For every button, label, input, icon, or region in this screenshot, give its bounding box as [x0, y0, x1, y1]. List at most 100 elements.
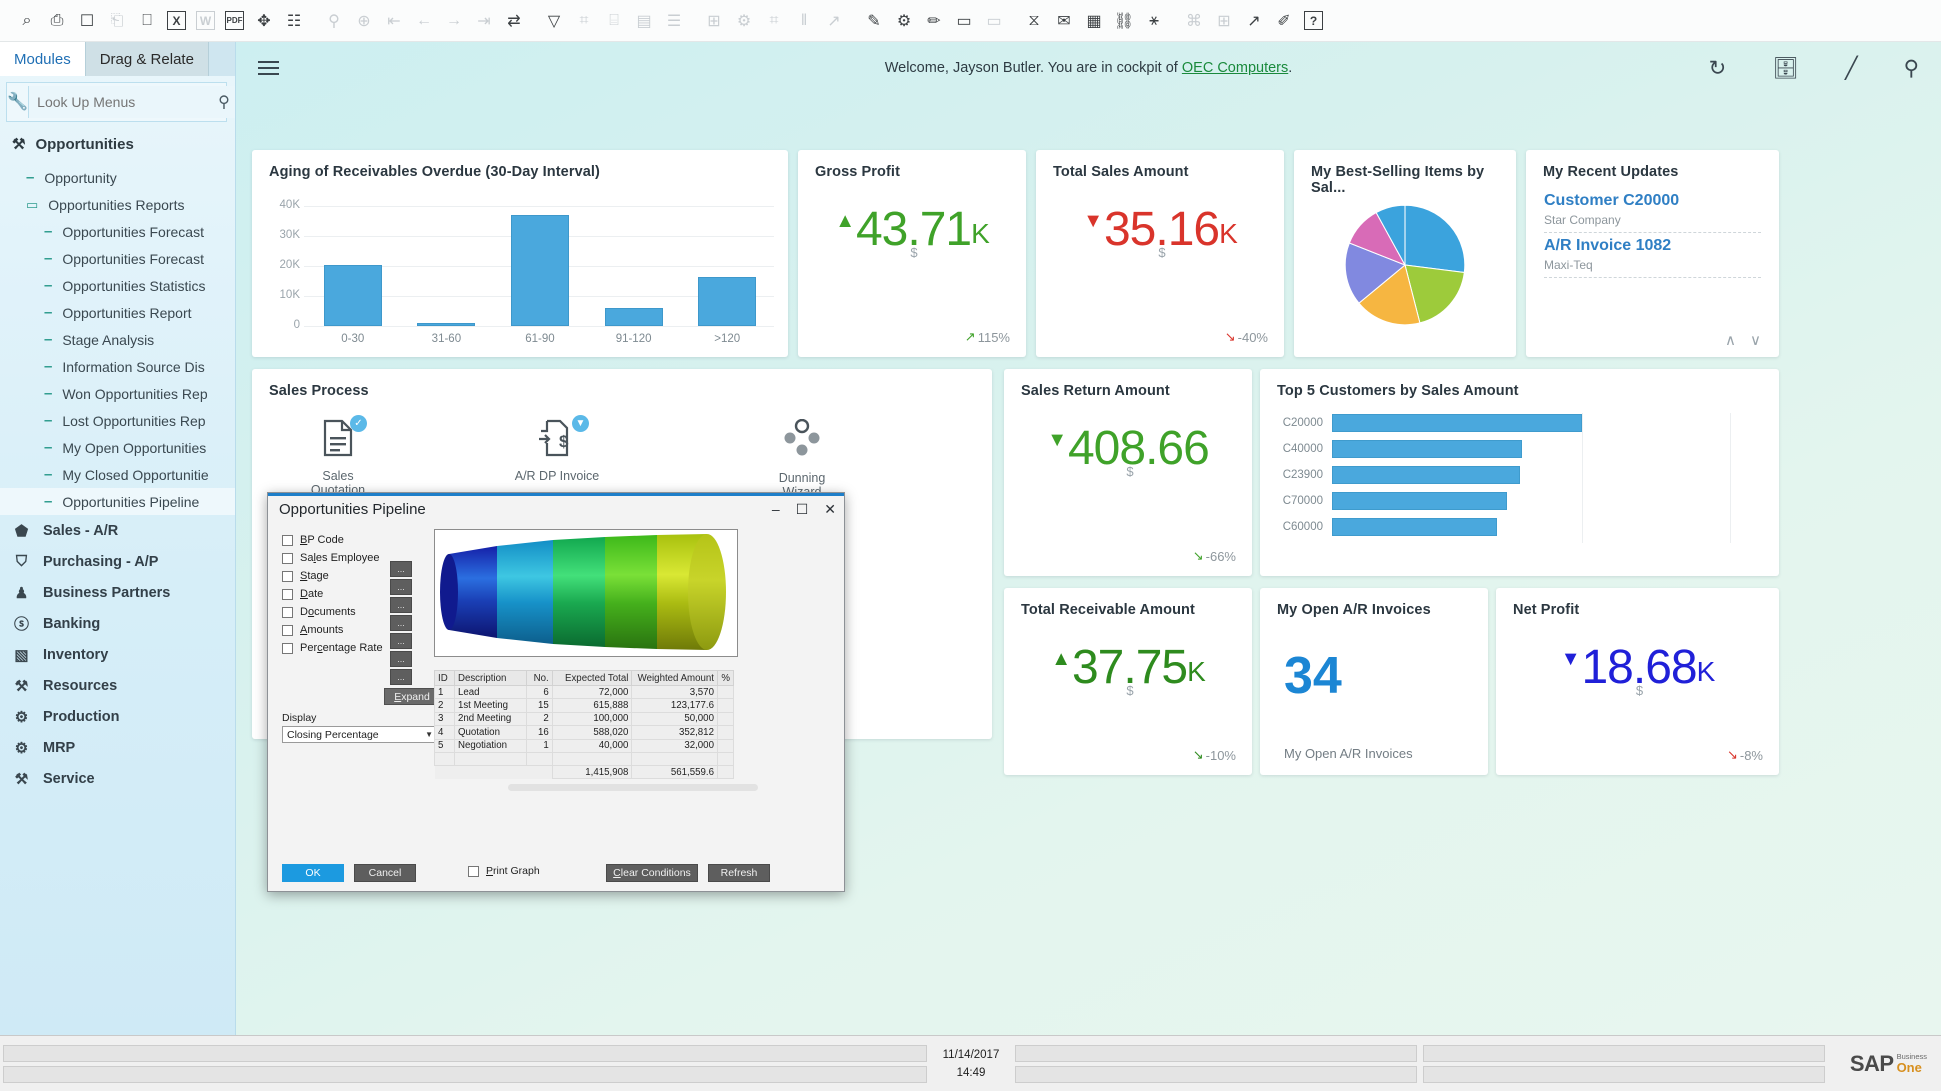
filter-checkbox-date[interactable]: Date	[282, 585, 383, 603]
search-box[interactable]: ⚲	[28, 86, 235, 118]
display-select[interactable]: Closing Percentage ▼	[282, 726, 438, 743]
search-icon[interactable]: ⚲	[218, 92, 230, 112]
card-best-selling-items[interactable]: My Best-Selling Items by Sal...	[1294, 150, 1516, 357]
opportunities-pipeline-dialog[interactable]: Opportunities Pipeline – ☐ ✕ BP Code Sale…	[267, 492, 845, 892]
filter-browse-button[interactable]: ...	[390, 669, 412, 685]
sidebar-tree-item[interactable]: – Stage Analysis	[0, 326, 235, 353]
pie-slice[interactable]	[1404, 204, 1466, 274]
alerts-icon[interactable]: ✉	[1049, 7, 1079, 35]
print-graph-checkbox[interactable]: Print Graph	[468, 865, 540, 877]
checkbox-box[interactable]	[282, 570, 293, 582]
filter-checkbox-amounts[interactable]: Amounts	[282, 621, 383, 639]
workflow-icon[interactable]: ✐	[1269, 7, 1299, 35]
update-title[interactable]: A/R Invoice 1082	[1544, 237, 1761, 255]
filter-browse-button[interactable]: ...	[390, 615, 412, 631]
bar[interactable]	[1332, 440, 1522, 458]
sidebar-item-banking[interactable]: ⓢ Banking	[0, 608, 235, 639]
table-row[interactable]: 1 Lead 6 72,000 3,570	[434, 684, 735, 700]
lock-layout-icon[interactable]: ☷	[279, 7, 309, 35]
sales-process-node-dunning-wizard[interactable]: DunningWizard	[742, 418, 862, 500]
filter-checkbox-bp-code[interactable]: BP Code	[282, 531, 383, 549]
filter-browse-button[interactable]: ...	[390, 633, 412, 649]
column-header[interactable]: Description	[453, 670, 527, 686]
move-icon[interactable]: ✥	[249, 7, 279, 35]
bar[interactable]	[1332, 518, 1497, 536]
sidebar-tree-item[interactable]: – My Closed Opportunitie	[0, 461, 235, 488]
filter-checkbox-documents[interactable]: Documents	[282, 603, 383, 621]
dialog-title-bar[interactable]: Opportunities Pipeline – ☐ ✕	[268, 496, 844, 522]
close-icon[interactable]: ✕	[824, 501, 836, 518]
excel-icon[interactable]: X	[167, 11, 186, 30]
column-header[interactable]: No.	[525, 670, 553, 686]
card-sales-return-amount[interactable]: Sales Return Amount ▼ 408.66 $ ↘ -66%	[1004, 369, 1252, 576]
chevron-down-icon[interactable]: ∨	[1750, 331, 1761, 349]
card-top-5-customers[interactable]: Top 5 Customers by Sales Amount C20000 C4…	[1260, 369, 1779, 576]
sidebar-tree-item[interactable]: – Opportunities Forecast	[0, 245, 235, 272]
ok-button[interactable]: OK	[282, 864, 344, 882]
sidebar-item-business-partners[interactable]: ♟ Business Partners	[0, 577, 235, 608]
filter-checkbox-percentage-rate[interactable]: Percentage Rate	[282, 639, 383, 657]
settings-document-icon[interactable]: ⚙	[889, 7, 919, 35]
print-preview-icon[interactable]: ☐	[72, 7, 102, 35]
sidebar-item-purchasing-a-p[interactable]: ⛉ Purchasing - A/P	[0, 546, 235, 577]
refresh-button[interactable]: Refresh	[708, 864, 770, 882]
bar[interactable]	[510, 215, 569, 326]
card-my-recent-updates[interactable]: My Recent Updates Customer C20000 Star C…	[1526, 150, 1779, 357]
print-icon[interactable]: ⎙	[42, 7, 72, 35]
sidebar-item-mrp[interactable]: ⚙ MRP	[0, 732, 235, 763]
bar[interactable]	[1332, 414, 1582, 432]
calculator-icon[interactable]: ▦	[1079, 7, 1109, 35]
company-link[interactable]: OEC Computers	[1182, 60, 1288, 76]
checkbox-box[interactable]	[282, 534, 293, 546]
bar[interactable]	[1332, 492, 1507, 510]
column-header[interactable]: ID	[434, 670, 455, 686]
checkbox-box[interactable]	[282, 624, 293, 636]
filter-browse-button[interactable]: ...	[390, 651, 412, 667]
minimize-icon[interactable]: –	[772, 501, 780, 517]
column-header[interactable]: Weighted Amount	[631, 670, 718, 686]
export-to-excel-icon[interactable]: ⎕	[132, 7, 162, 35]
sidebar-tree-item[interactable]: ▭ Opportunities Reports	[0, 191, 235, 218]
bar[interactable]	[323, 264, 382, 326]
organization-icon[interactable]: ⛓	[1109, 7, 1139, 35]
checkbox-box[interactable]	[468, 865, 479, 877]
sidebar-tree-item[interactable]: – Opportunities Pipeline	[0, 488, 235, 515]
cancel-button[interactable]: Cancel	[354, 864, 416, 882]
sidebar-tree-item[interactable]: – Lost Opportunities Rep	[0, 407, 235, 434]
card-aging-of-receivables[interactable]: Aging of Receivables Overdue (30-Day Int…	[252, 150, 788, 357]
list-item[interactable]: Customer C20000 Star Company	[1526, 188, 1779, 233]
card-gross-profit[interactable]: Gross Profit ▲ 43.71 K $ ↗ 115%	[798, 150, 1026, 357]
sidebar-tree-item[interactable]: – My Open Opportunities	[0, 434, 235, 461]
card-net-profit[interactable]: Net Profit ▼ 18.68 K $ ↘ -8%	[1496, 588, 1779, 775]
document-search-icon[interactable]: ⌕	[12, 7, 42, 35]
search-input[interactable]	[37, 94, 219, 110]
checkbox-box[interactable]	[282, 642, 293, 654]
filter-browse-button[interactable]: ...	[390, 579, 412, 595]
table-row[interactable]: 4 Quotation 16 588,020 352,812	[434, 725, 735, 740]
sales-process-node-ar-dp-invoice[interactable]: $ ▼ A/R DP Invoice	[497, 415, 617, 483]
filter-browse-button[interactable]: ...	[390, 597, 412, 613]
edit-icon[interactable]: ✎	[859, 7, 889, 35]
checkbox-box[interactable]	[282, 588, 293, 600]
bar[interactable]	[1332, 466, 1520, 484]
column-header[interactable]: Expected Total	[551, 670, 633, 686]
sidebar-item-resources[interactable]: ⚒ Resources	[0, 670, 235, 701]
table-horizontal-scrollbar[interactable]	[508, 784, 758, 791]
sidebar-tree-item[interactable]: – Opportunity	[0, 164, 235, 191]
filter-icon[interactable]: ▽	[539, 7, 569, 35]
tab-modules[interactable]: Modules	[0, 42, 86, 76]
chevron-up-icon[interactable]: ∧	[1725, 331, 1736, 349]
filter-checkbox-sales-employee[interactable]: Sales Employee	[282, 549, 383, 567]
bar[interactable]	[604, 308, 663, 326]
sidebar-item-sales-a-r[interactable]: ⬟ Sales - A/R	[0, 515, 235, 546]
maximize-icon[interactable]: ☐	[796, 501, 809, 518]
pdf-icon[interactable]: PDF	[225, 11, 244, 30]
filter-browse-button[interactable]: ...	[390, 561, 412, 577]
table-row[interactable]: 3 2nd Meeting 2 100,000 50,000	[434, 711, 735, 727]
sidebar-item-inventory[interactable]: ▧ Inventory	[0, 639, 235, 670]
scripts-icon[interactable]: ↗	[1239, 7, 1269, 35]
approval-icon[interactable]: ✏	[919, 7, 949, 35]
expand-button[interactable]: Expand	[384, 688, 440, 705]
wrench-icon[interactable]: 🔧	[7, 92, 28, 112]
bar[interactable]	[698, 276, 757, 326]
